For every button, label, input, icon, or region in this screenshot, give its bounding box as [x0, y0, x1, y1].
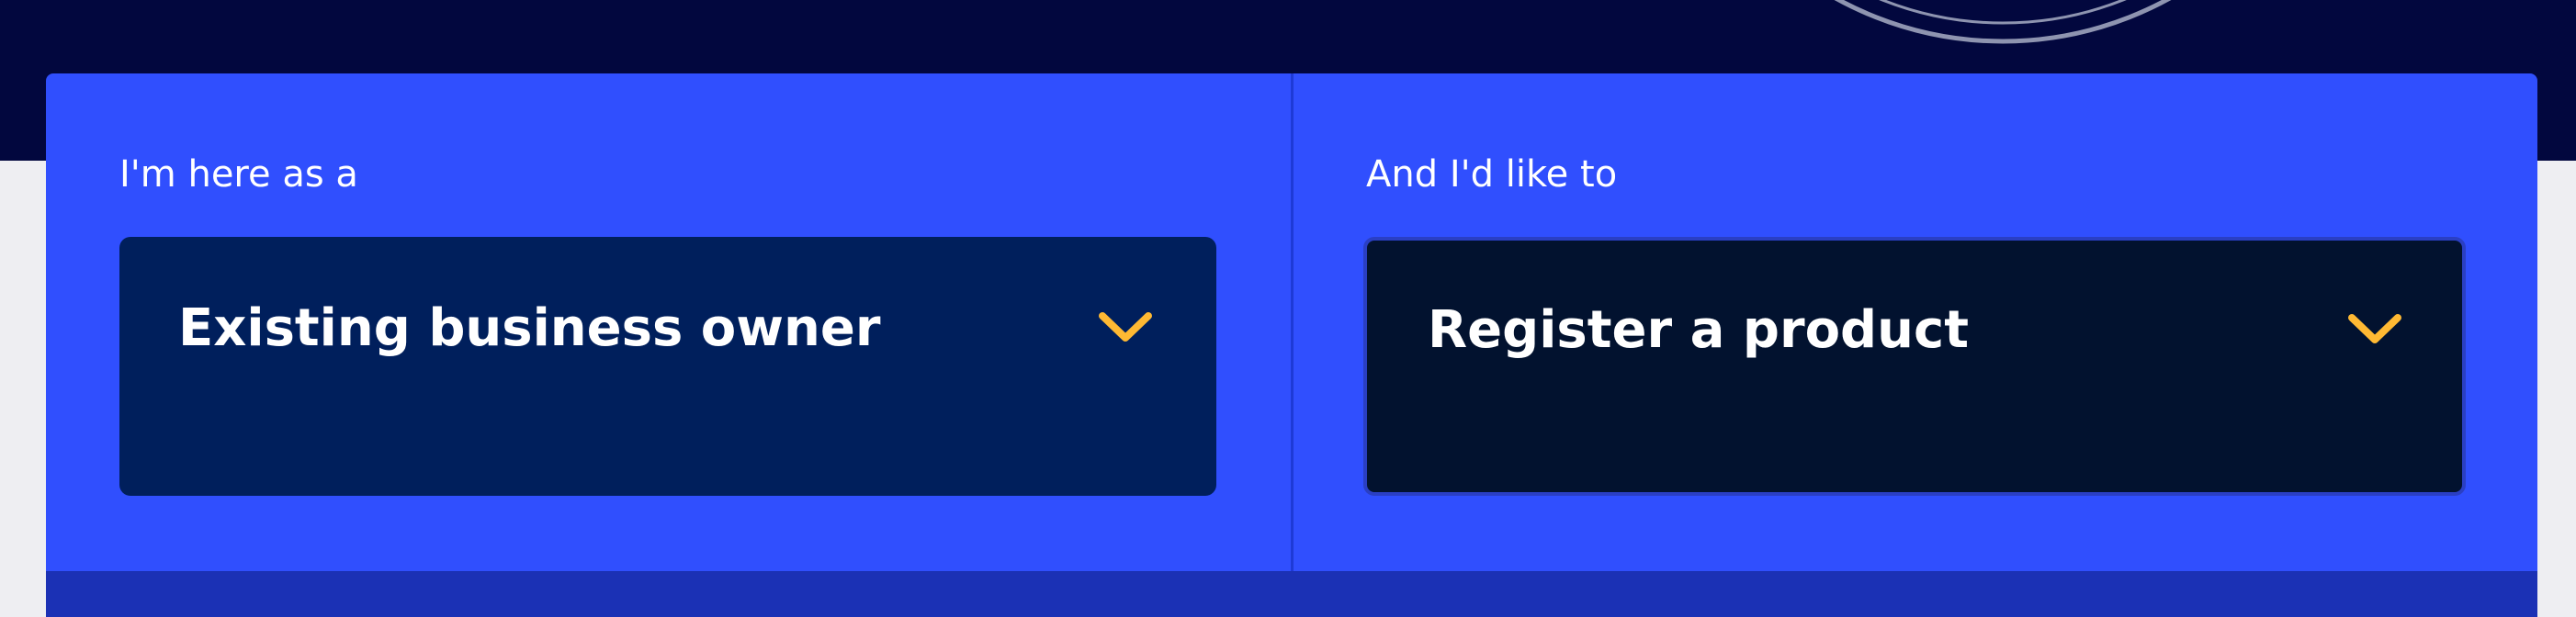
goal-select[interactable]: Register a product — [1363, 237, 2466, 496]
chevron-down-icon — [2348, 314, 2401, 343]
role-select-value: Existing business owner — [178, 298, 881, 358]
goal-select-label: And I'd like to — [1366, 153, 1618, 196]
intent-selector-panel: I'm here as a Existing business owner An… — [46, 73, 2537, 617]
role-select[interactable]: Existing business owner — [119, 237, 1216, 496]
agency-seal-icon: GE COMM — [1809, 0, 2198, 44]
panel-footer-strip — [46, 571, 2537, 617]
seal-text: GE COMM — [1809, 0, 2198, 8]
role-select-label: I'm here as a — [119, 153, 358, 196]
panel-divider — [1291, 73, 1294, 571]
chevron-down-icon — [1099, 312, 1152, 342]
goal-select-value: Register a product — [1428, 300, 1969, 360]
